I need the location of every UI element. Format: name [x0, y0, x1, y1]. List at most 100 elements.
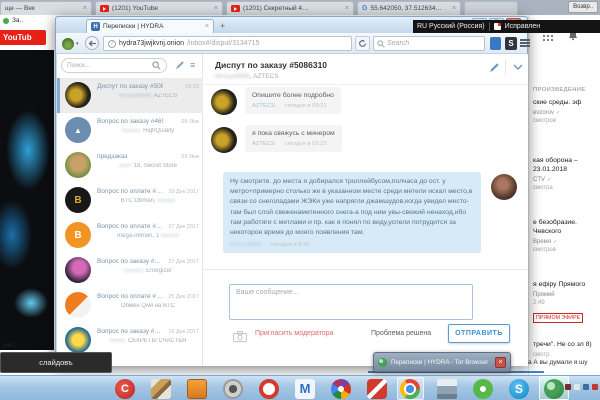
close-icon[interactable]: ×: [452, 5, 456, 12]
system-tray[interactable]: [565, 384, 598, 390]
youtube-logo[interactable]: YouTub: [0, 30, 46, 45]
channel-name[interactable]: Прямий: [533, 292, 555, 298]
browser-tab-coordinates[interactable]: G 55.642050, 37.512634… ×: [357, 1, 461, 15]
bookmarks-icon[interactable]: [490, 37, 501, 50]
close-icon[interactable]: ×: [495, 357, 506, 368]
live-badge: ПРЯМОМ ЭФИРЕ: [533, 313, 583, 323]
conversation-item[interactable]: B Вопрос по оплате #…29 Дек 2017 BTC Obm…: [57, 183, 203, 218]
search-input[interactable]: [67, 62, 150, 69]
taskbar-preview[interactable]: Переписки | HYDRA - Tor Browser ×: [373, 352, 511, 372]
list-menu-icon[interactable]: ≡: [190, 60, 195, 70]
invite-moderator-link[interactable]: Пригласить модератора: [255, 330, 333, 337]
photo-viewer-icon[interactable]: [223, 379, 243, 399]
address-bar[interactable]: i hydra73jwjkvnj.onion/inbox#/disput/313…: [103, 36, 352, 51]
torbutton-onion-icon[interactable]: ▾: [62, 36, 82, 51]
back-arrow-icon: [88, 39, 97, 48]
conversation-title: предзаказ: [97, 153, 128, 160]
close-icon[interactable]: ×: [205, 23, 209, 30]
picasa-icon[interactable]: [331, 379, 351, 399]
installer-icon[interactable]: [187, 379, 207, 399]
chrome-icon[interactable]: [400, 379, 420, 399]
camera-icon[interactable]: [233, 331, 247, 342]
browser-tab[interactable]: ще — Век ×: [0, 1, 92, 15]
youtube-icon: [100, 5, 109, 12]
red-app-icon[interactable]: [367, 379, 387, 399]
tor-icon: [378, 358, 387, 367]
conversation-item[interactable]: B Вопрос по оплате #…27 Дек 2017 mega-ob…: [57, 218, 203, 253]
conversation-item[interactable]: ▲ Вопрос по заказу #465…09 Янв xxxxxx, H…: [57, 113, 203, 148]
video-title[interactable]: я ефіру Прямого: [533, 281, 599, 290]
edit-icon[interactable]: [489, 62, 500, 73]
search-input[interactable]: [387, 40, 467, 47]
divider: [203, 269, 528, 270]
info-icon[interactable]: i: [108, 40, 116, 48]
icq-icon[interactable]: [473, 379, 493, 399]
hydra-favicon: H: [91, 22, 100, 31]
tor-browser-icon[interactable]: [544, 379, 564, 399]
close-icon[interactable]: ×: [214, 5, 218, 12]
send-button[interactable]: ОТПРАВИТЬ: [448, 324, 510, 343]
tray-icon[interactable]: [574, 384, 580, 390]
message-time: сегодня в 9:31: [271, 242, 310, 248]
new-tab-button[interactable]: +: [220, 20, 225, 32]
video-player[interactable]: [0, 50, 54, 350]
video-item[interactable]: тречи". Не со зл 8) смотр: [533, 341, 599, 358]
close-icon[interactable]: ×: [345, 5, 349, 12]
avatar: [65, 152, 91, 178]
conversation-title: Диспут по заказу #5086…: [97, 83, 163, 90]
message-input[interactable]: [229, 284, 473, 320]
video-item[interactable]: е безобразие. Чевского Время✓ смотров: [533, 219, 599, 253]
tray-icon[interactable]: [583, 384, 589, 390]
chat-message-outgoing: Ну смотрите. до места я добирался тролле…: [223, 172, 481, 253]
close-icon[interactable]: ×: [83, 5, 87, 12]
conversation-search[interactable]: [61, 58, 167, 73]
language-label: RU Русский (Россия): [417, 23, 485, 30]
video-item[interactable]: ские среды. эф evzorov✓ смотров: [533, 99, 599, 124]
reload-button[interactable]: [355, 36, 370, 51]
channel-name[interactable]: Время: [533, 239, 551, 245]
conversation-participants: 1xxxx3, Energizer: [97, 268, 199, 274]
conversation-title: Вопрос по заказу #…: [97, 328, 161, 335]
video-title[interactable]: ские среды. эф: [533, 99, 599, 108]
compose-icon[interactable]: [175, 60, 185, 70]
desktop: ще — Век × (1201) YouTube × (1201) Секре…: [0, 0, 600, 400]
tray-icon[interactable]: [565, 384, 571, 390]
printer-icon[interactable]: [437, 379, 457, 399]
video-duration: 2:49: [533, 300, 599, 306]
chevron-down-icon[interactable]: [513, 64, 523, 70]
language-bar[interactable]: RU Русский (Россия) Исправлен: [413, 20, 600, 33]
tray-icon[interactable]: [592, 384, 598, 390]
onion-icon: [62, 38, 74, 50]
tor-tab-hydra[interactable]: H Переписки | HYDRA ×: [86, 19, 214, 33]
video-title[interactable]: тречи". Не со зл 8): [533, 341, 599, 350]
conversation-item[interactable]: Вопрос по оплате #…25 Дек 2017 Обмен Qiw…: [57, 288, 203, 323]
browser-tab-youtube[interactable]: (1201) YouTube ×: [95, 1, 223, 15]
channel-name[interactable]: evzorov: [533, 110, 554, 116]
message-text: Опишите более подробно: [252, 92, 334, 99]
paint-icon[interactable]: [151, 379, 171, 399]
opera-icon[interactable]: [259, 379, 279, 399]
conversation-item[interactable]: предзаказ03 Янв xxxx '18, Secret Store: [57, 148, 203, 183]
problem-solved-link[interactable]: Проблема решена: [371, 330, 431, 337]
video-title[interactable]: е безобразие. Чевского: [533, 219, 599, 237]
video-title[interactable]: кая оборона – 23.01.2018: [533, 157, 599, 175]
ccleaner-icon[interactable]: C: [115, 379, 135, 399]
skype-icon[interactable]: S: [509, 379, 529, 399]
restore-button[interactable]: Возвр..: [568, 1, 598, 13]
browser-tab-video[interactable]: (1201) Секретный 4… ×: [226, 1, 354, 15]
avatar: [211, 89, 237, 115]
conversation-date: 27 Дек 2017: [168, 224, 199, 230]
browser-search[interactable]: [373, 36, 485, 51]
video-item[interactable]: я ефіру Прямого Прямий 2:49 ПРЯМОМ ЭФИРЕ: [533, 281, 599, 324]
malwarebytes-icon[interactable]: M: [295, 379, 315, 399]
conversation-list: Диспут по заказу #5086…09:22 Missya8888,…: [57, 78, 203, 358]
conversation-item[interactable]: Вопрос по заказу #…27 Дек 2017 1xxxx3, E…: [57, 253, 203, 288]
conversation-item-dispute[interactable]: Диспут по заказу #5086…09:22 Missya8888,…: [57, 78, 203, 113]
back-button[interactable]: [85, 36, 99, 50]
browser-tab[interactable]: [464, 1, 518, 15]
channel-name[interactable]: CTV: [533, 177, 545, 183]
video-item[interactable]: кая оборона – 23.01.2018 CTV✓ смотра: [533, 157, 599, 191]
noscript-icon[interactable]: S: [505, 37, 517, 50]
bookmark-item[interactable]: За..: [3, 17, 23, 24]
menu-icon[interactable]: [520, 39, 530, 48]
